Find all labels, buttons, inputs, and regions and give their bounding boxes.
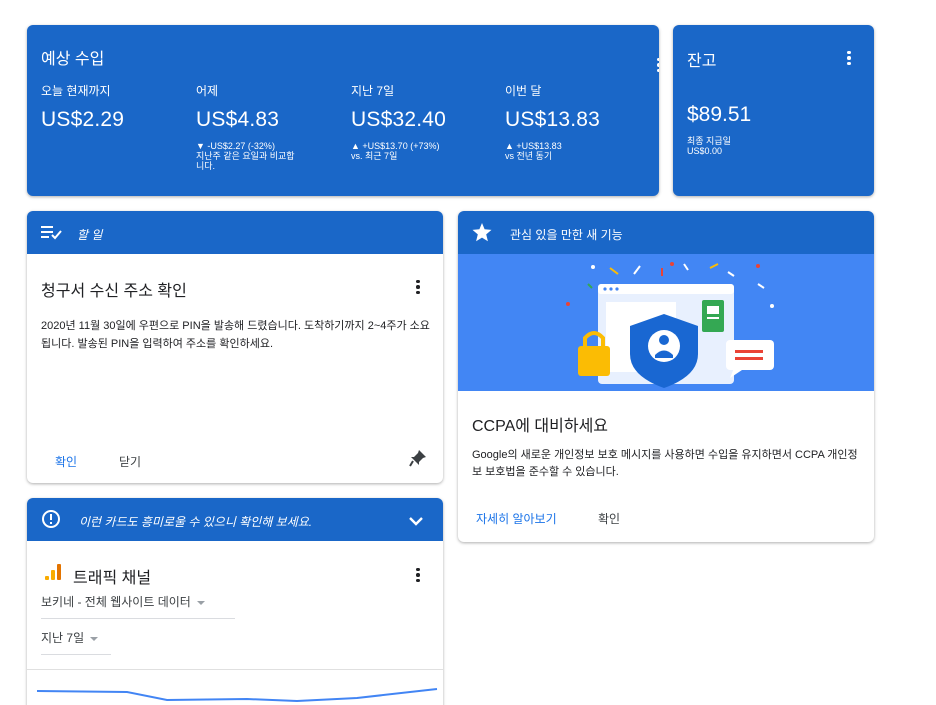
metric-month-delta: ▲ +US$13.83 — [505, 141, 562, 151]
earnings-title: 예상 수입 — [41, 51, 105, 68]
todo-card: 할 일 청구서 수신 주소 확인 2020년 11월 30일에 우편으로 PIN… — [27, 211, 443, 483]
todo-more-menu-icon[interactable] — [408, 277, 428, 297]
metric-yesterday-compare-line2: 니다. — [196, 161, 216, 171]
last-payment-label: 최종 지급일 — [687, 136, 731, 146]
metric-last-7-days: 지난 7일 US$32.40 ▲ +US$13.70 (+73%) vs. 최근… — [351, 82, 446, 161]
todo-header-label: 할 일 — [77, 228, 103, 242]
metric-this-month: 이번 달 US$13.83 ▲ +US$13.83 vs 전년 동기 — [505, 82, 600, 161]
alert-circle-icon — [41, 509, 61, 534]
estimated-earnings-card: 예상 수입 오늘 현재까지 US$2.29 어제 US$4.83 ▼ -US$2… — [27, 25, 659, 196]
last-payment: 최종 지급일 US$0.00 — [687, 136, 731, 156]
todo-close-button[interactable]: 닫기 — [119, 453, 141, 470]
site-select-caret-icon — [196, 600, 205, 605]
feature-header-label: 관심 있을 만한 새 기능 — [510, 228, 623, 242]
balance-title: 잔고 — [687, 53, 717, 70]
balance-card: 잔고 $89.51 최종 지급일 US$0.00 — [673, 25, 874, 196]
suggested-cards-panel: 이런 카드도 흥미로울 수 있으니 확인해 보세요. 트래픽 채널 보키네 - … — [27, 498, 443, 705]
todo-card-body: 2020년 11월 30일에 우편으로 PIN을 발송해 드렸습니다. 도착하기… — [41, 320, 430, 350]
chevron-down-icon[interactable] — [409, 513, 423, 531]
metric-7d-value: US$32.40 — [351, 108, 447, 131]
metric-7d-change: ▲ +US$13.70 (+73%) vs. 최근 7일 — [351, 141, 446, 161]
checklist-icon — [41, 223, 63, 246]
metric-today-value: US$2.29 — [41, 108, 125, 131]
suggest-header[interactable]: 이런 카드도 흥미로울 수 있으니 확인해 보세요. — [27, 498, 443, 541]
feature-header: 관심 있을 만한 새 기능 — [458, 211, 874, 254]
metric-yesterday: 어제 US$4.83 ▼ -US$2.27 (-32%) 지난주 같은 요일과 … — [196, 82, 295, 171]
site-select[interactable]: 보키네 - 전체 웹사이트 데이터 — [41, 593, 235, 619]
traffic-card-title: 트래픽 채널 — [73, 570, 152, 587]
site-select-value: 보키네 - 전체 웹사이트 데이터 — [41, 595, 191, 609]
new-feature-card: 관심 있을 만한 새 기능 CCPA에 대비하세요 Google의 새로운 개인… — [458, 211, 874, 542]
period-select-value: 지난 7일 — [41, 631, 85, 645]
earnings-more-menu-icon[interactable] — [649, 55, 659, 75]
feature-card-title: CCPA에 대비하세요 — [472, 418, 609, 435]
period-select-caret-icon — [90, 636, 99, 641]
last-payment-value: US$0.00 — [687, 146, 723, 156]
feature-confirm-button[interactable]: 확인 — [598, 510, 620, 527]
metric-7d-delta: ▲ +US$13.70 (+73%) — [351, 141, 440, 151]
todo-confirm-button[interactable]: 확인 — [55, 453, 77, 470]
metric-today: 오늘 현재까지 US$2.29 — [41, 82, 124, 132]
metric-7d-compare: vs. 최근 7일 — [351, 151, 398, 161]
traffic-sparkline — [36, 688, 438, 703]
pin-icon[interactable] — [409, 449, 427, 472]
metric-month-change: ▲ +US$13.83 vs 전년 동기 — [505, 141, 600, 161]
metric-7d-label: 지난 7일 — [351, 84, 395, 98]
balance-more-menu-icon[interactable] — [839, 48, 859, 68]
traffic-more-menu-icon[interactable] — [408, 565, 428, 585]
metric-yesterday-change: ▼ -US$2.27 (-32%) 지난주 같은 요일과 비교합 니다. — [196, 141, 295, 171]
metric-today-label: 오늘 현재까지 — [41, 84, 111, 98]
traffic-divider — [27, 669, 443, 670]
metric-month-label: 이번 달 — [505, 84, 542, 98]
suggest-header-label: 이런 카드도 흥미로울 수 있으니 확인해 보세요. — [79, 515, 313, 529]
learn-more-button[interactable]: 자세히 알아보기 — [476, 510, 557, 527]
todo-card-title: 청구서 수신 주소 확인 — [41, 283, 187, 300]
feature-card-body: Google의 새로운 개인정보 보호 메시지를 사용하면 수입을 유지하면서 … — [472, 449, 858, 478]
ccpa-illustration — [458, 254, 874, 391]
metric-yesterday-delta: ▼ -US$2.27 (-32%) — [196, 141, 275, 151]
bar-chart-icon — [43, 562, 63, 587]
metric-yesterday-compare-line1: 지난주 같은 요일과 비교합 — [196, 151, 295, 161]
metric-yesterday-label: 어제 — [196, 84, 219, 98]
star-icon — [472, 223, 492, 247]
metric-month-value: US$13.83 — [505, 108, 601, 131]
todo-header: 할 일 — [27, 211, 443, 254]
period-select[interactable]: 지난 7일 — [41, 629, 111, 655]
metric-month-compare: vs 전년 동기 — [505, 151, 553, 161]
metric-yesterday-value: US$4.83 — [196, 108, 280, 131]
balance-value: $89.51 — [687, 103, 752, 126]
